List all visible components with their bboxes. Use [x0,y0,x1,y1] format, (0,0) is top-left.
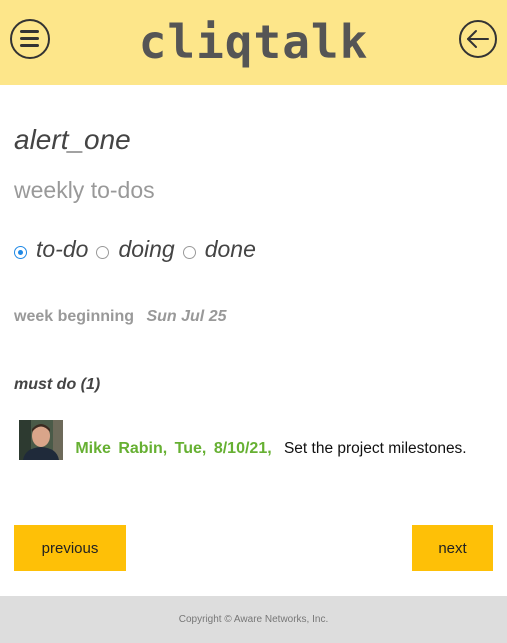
status-label-doing: doing [118,236,175,262]
copyright-text: Copyright © Aware Networks, Inc. [178,614,329,625]
page-footer: Copyright © Aware Networks, Inc. [0,596,507,643]
radio-button-to-do[interactable] [14,246,27,259]
entry-text: Set the project milestones. [283,440,467,457]
back-button[interactable] [458,19,498,59]
radio-button-doing[interactable] [96,246,110,259]
status-option-to-do[interactable]: to-do [14,236,88,263]
entry-author: Mike Rabin, [75,440,168,457]
list-item: Mike Rabin, Tue, 8/10/21, Set the projec… [14,420,494,460]
avatar [19,420,63,460]
entry-day: Tue, [174,440,207,457]
entry-date: 8/10/21, [213,440,272,457]
radio-button-done[interactable] [182,246,196,259]
status-radio-group: to-do doing done [14,236,264,263]
status-option-doing[interactable]: doing [96,236,175,263]
status-option-done[interactable]: done [182,236,256,263]
alert-title: alert_one [14,124,131,155]
section-title: must do (1) [14,376,101,393]
status-label-done: done [204,236,256,262]
status-label-to-do: to-do [36,236,89,262]
alert-subtitle: weekly to-dos [14,177,155,203]
app-header: cliqtalk [0,0,507,85]
week-label: week beginning [14,308,135,325]
week-beginning: week beginning Sun Jul 25 [14,308,227,326]
app-logo: cliqtalk [138,15,369,69]
previous-button[interactable]: previous [14,525,126,571]
next-button[interactable]: next [412,525,493,571]
entry-meta: Mike Rabin, Tue, 8/10/21, [75,440,271,457]
arrow-left-icon [459,20,497,58]
week-date: Sun Jul 25 [146,308,227,325]
